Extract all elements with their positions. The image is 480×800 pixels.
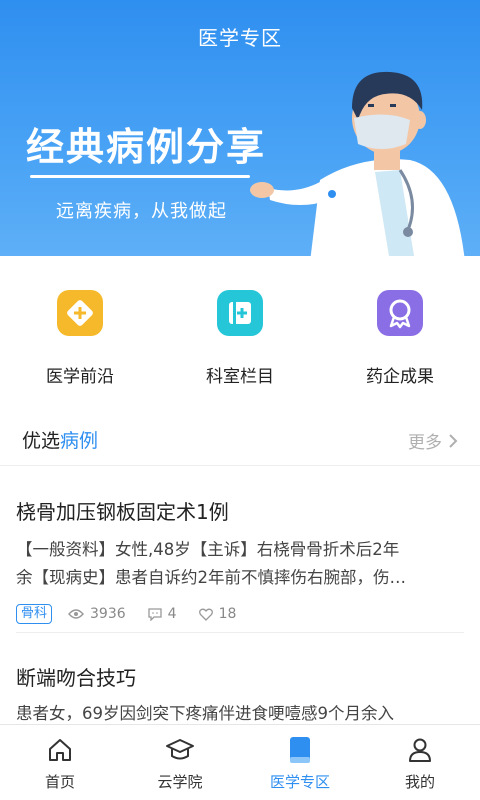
- case-excerpt: 【一般资料】女性,48岁【主诉】右桡骨骨折术后2年 余【现病史】患者自诉约2年前…: [16, 540, 406, 587]
- tab-home[interactable]: 首页: [0, 733, 120, 792]
- page-title: 医学专区: [198, 26, 282, 50]
- department-tag: 骨科: [16, 604, 53, 624]
- banner-subtitle: 远离疾病，从我做起: [56, 201, 227, 222]
- views-count: 3936: [68, 606, 126, 622]
- tab-me[interactable]: 我的: [360, 733, 480, 792]
- case-meta: 骨科 3936 4 18: [16, 604, 258, 624]
- comment-icon: [148, 608, 162, 621]
- tab-medical-zone[interactable]: 医学专区: [240, 733, 360, 792]
- home-icon: [0, 733, 120, 767]
- eye-icon: [68, 609, 84, 619]
- case-title: 桡骨加压钢板固定术1例: [16, 500, 229, 524]
- chevron-right-icon: [448, 433, 458, 453]
- quick-entry-label: 药企成果: [366, 367, 434, 387]
- case-card[interactable]: 桡骨加压钢板固定术1例 【一般资料】女性,48岁【主诉】右桡骨骨折术后2年 余【…: [0, 466, 480, 636]
- banner-divider: [30, 175, 250, 178]
- book-icon: [240, 733, 360, 767]
- medical-book-icon: [217, 290, 263, 336]
- comments-count[interactable]: 4: [148, 606, 177, 622]
- case-title: 断端吻合技巧: [16, 666, 136, 690]
- likes-count[interactable]: 18: [198, 606, 236, 622]
- banner-headline: 经典病例分享: [26, 125, 267, 169]
- plus-diamond-icon: [57, 290, 103, 336]
- quick-entry-label: 科室栏目: [206, 367, 274, 387]
- quick-entry-medical-frontier[interactable]: 医学前沿: [0, 290, 160, 387]
- section-title: 优选病例: [22, 430, 99, 452]
- heart-icon: [198, 608, 213, 621]
- graduation-cap-icon: [120, 733, 240, 767]
- tab-cloud-academy[interactable]: 云学院: [120, 733, 240, 792]
- bottom-tab-bar: 首页 云学院 医学专区 我的: [0, 724, 480, 800]
- doctor-illustration: [250, 71, 465, 262]
- quick-entry-departments[interactable]: 科室栏目: [160, 290, 320, 387]
- featured-cases-header: 优选病例 更多: [0, 412, 480, 466]
- case-card[interactable]: 断端吻合技巧 患者女，69岁因剑突下疼痛伴进食哽噎感9个月余入: [0, 636, 480, 726]
- user-icon: [360, 733, 480, 767]
- quick-entries: 医学前沿 科室栏目 药企成果: [0, 262, 480, 402]
- more-link[interactable]: 更多: [408, 428, 458, 453]
- quick-entry-pharma-results[interactable]: 药企成果: [320, 290, 480, 387]
- quick-entry-label: 医学前沿: [46, 367, 114, 387]
- award-ribbon-icon: [377, 290, 423, 336]
- hero-banner[interactable]: 医学专区 经典病例分享 远离疾病，从我做起: [0, 0, 480, 262]
